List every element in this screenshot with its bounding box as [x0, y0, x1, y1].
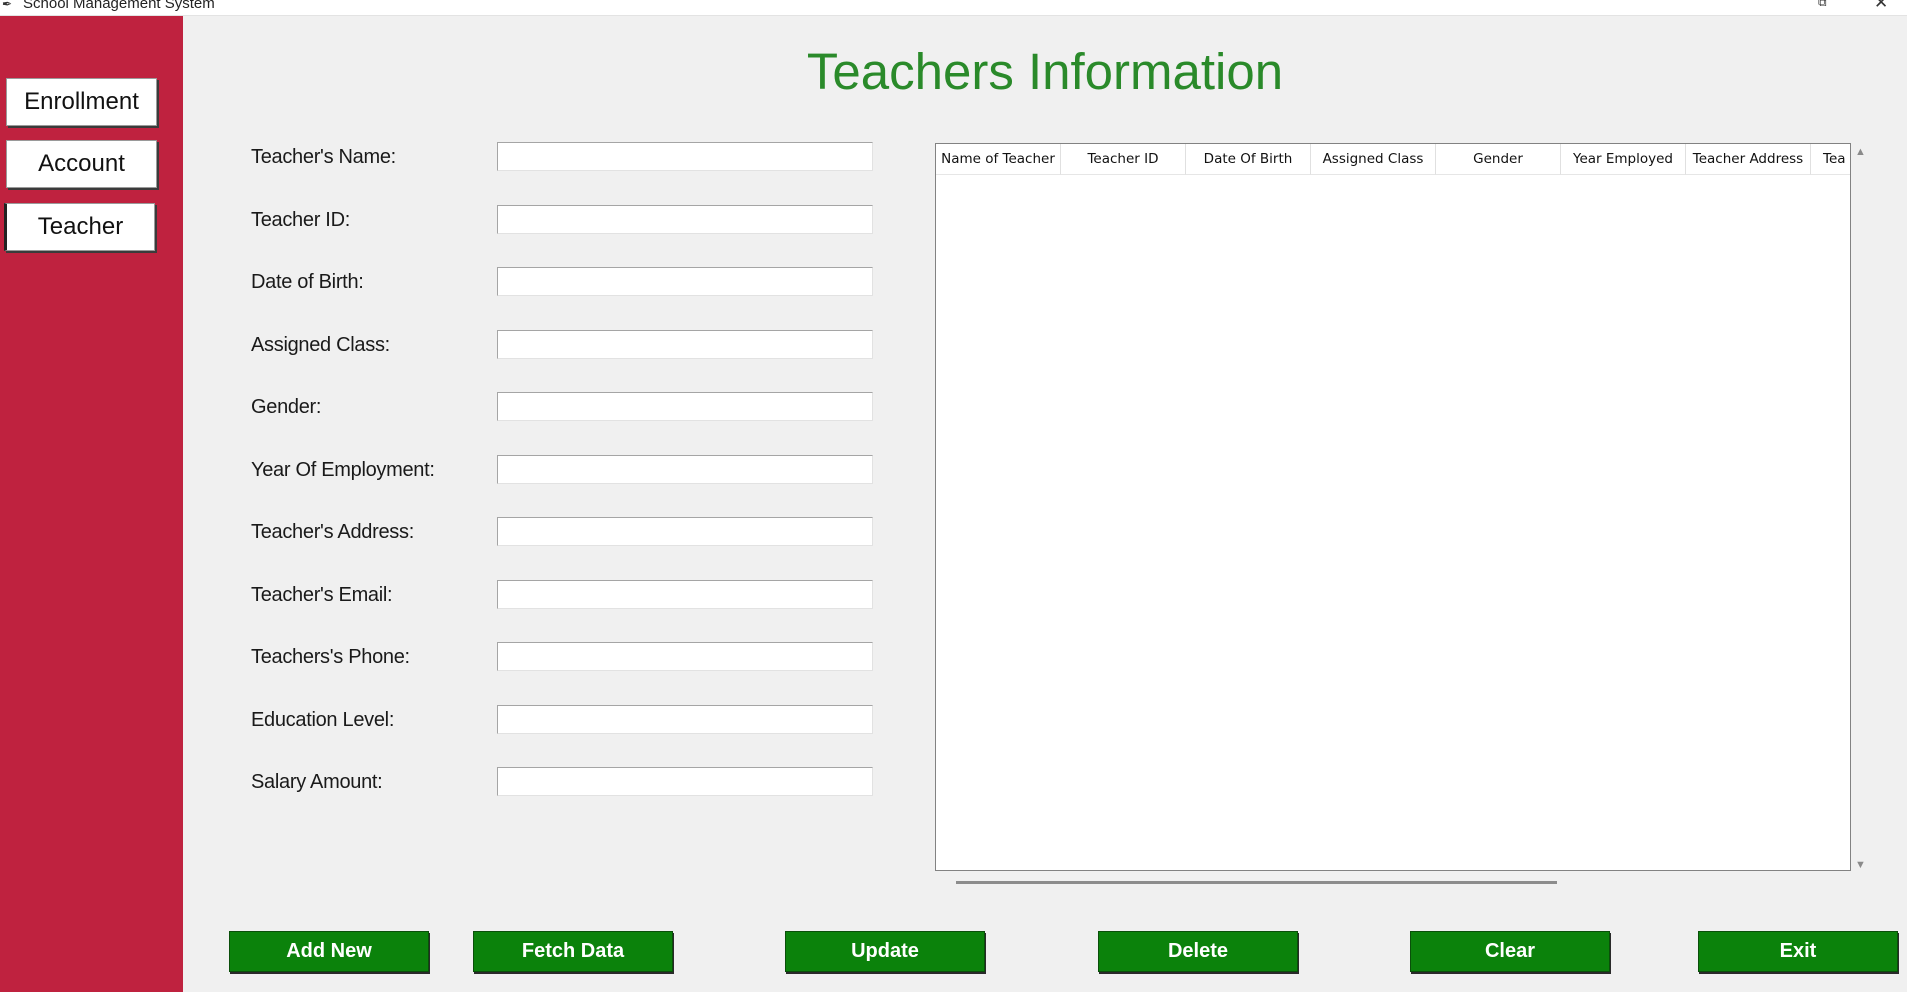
date-of-birth-input[interactable] [497, 267, 873, 296]
column-header-teacher-id[interactable]: Teacher ID [1061, 144, 1186, 175]
teacher-phone-label: Teachers's Phone: [251, 646, 410, 668]
teacher-name-label: Teacher's Name: [251, 146, 396, 168]
teacher-address-label: Teacher's Address: [251, 521, 414, 543]
sidebar: Enrollment Account Teacher [0, 16, 183, 992]
teacher-email-label: Teacher's Email: [251, 584, 393, 606]
column-header-year-employed[interactable]: Year Employed [1561, 144, 1686, 175]
column-header-gender[interactable]: Gender [1436, 144, 1561, 175]
year-of-employment-input[interactable] [497, 455, 873, 484]
page-title: Teachers Information [806, 43, 1284, 100]
table-header: Name of Teacher Teacher ID Date Of Birth… [936, 144, 1850, 175]
add-new-button[interactable]: Add New [229, 931, 429, 972]
column-header-name[interactable]: Name of Teacher [936, 144, 1061, 175]
scroll-up-arrow-icon[interactable]: ▲ [1855, 146, 1866, 158]
education-level-label: Education Level: [251, 709, 395, 731]
assigned-class-input[interactable] [497, 330, 873, 359]
date-of-birth-label: Date of Birth: [251, 271, 364, 293]
title-bar: ✒ School Management System ⧉ ✕ [0, 0, 1907, 16]
education-level-input[interactable] [497, 705, 873, 734]
vertical-scrollbar[interactable]: ▲ ▼ [1853, 143, 1871, 871]
delete-button[interactable]: Delete [1098, 931, 1298, 972]
update-button[interactable]: Update [785, 931, 985, 972]
close-icon[interactable]: ✕ [1874, 0, 1890, 12]
gender-label: Gender: [251, 396, 322, 418]
column-header-date-of-birth[interactable]: Date Of Birth [1186, 144, 1311, 175]
column-header-truncated[interactable]: Tea [1811, 144, 1850, 175]
scroll-down-arrow-icon[interactable]: ▼ [1855, 859, 1866, 871]
teacher-phone-input[interactable] [497, 642, 873, 671]
teacher-id-label: Teacher ID: [251, 209, 350, 231]
teacher-id-input[interactable] [497, 205, 873, 234]
teacher-name-input[interactable] [497, 142, 873, 171]
teacher-address-input[interactable] [497, 517, 873, 546]
teachers-table[interactable]: Name of Teacher Teacher ID Date Of Birth… [935, 143, 1851, 871]
sidebar-item-enrollment[interactable]: Enrollment [6, 78, 157, 126]
horizontal-scrollbar-thumb[interactable] [956, 881, 1557, 884]
fetch-data-button[interactable]: Fetch Data [473, 931, 673, 972]
sidebar-item-account[interactable]: Account [6, 140, 157, 188]
year-of-employment-label: Year Of Employment: [251, 459, 435, 481]
column-header-teacher-address[interactable]: Teacher Address [1686, 144, 1811, 175]
sidebar-item-teacher[interactable]: Teacher [4, 203, 155, 251]
gender-input[interactable] [497, 392, 873, 421]
window-title: School Management System [23, 0, 215, 12]
exit-button[interactable]: Exit [1698, 931, 1898, 972]
column-header-assigned-class[interactable]: Assigned Class [1311, 144, 1436, 175]
restore-icon[interactable]: ⧉ [1818, 0, 1832, 9]
teacher-email-input[interactable] [497, 580, 873, 609]
salary-amount-input[interactable] [497, 767, 873, 796]
feather-icon: ✒ [2, 0, 13, 11]
clear-button[interactable]: Clear [1410, 931, 1610, 972]
assigned-class-label: Assigned Class: [251, 334, 390, 356]
salary-amount-label: Salary Amount: [251, 771, 383, 793]
